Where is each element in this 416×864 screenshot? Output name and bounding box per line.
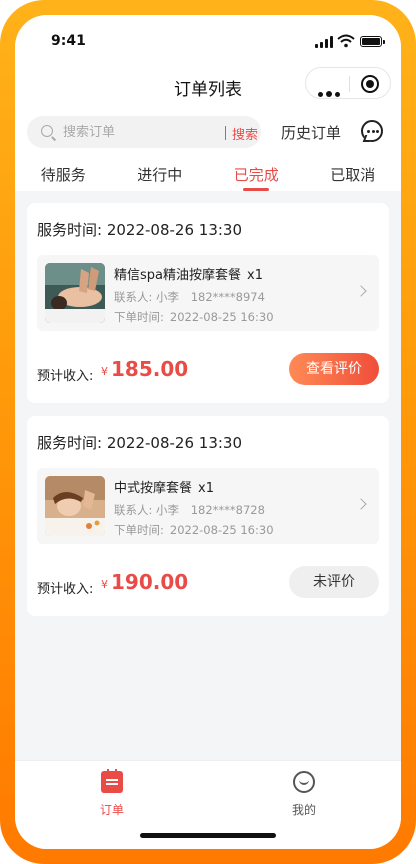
item-qty: x1 bbox=[198, 481, 214, 496]
tab-completed[interactable]: 已完成 bbox=[208, 155, 305, 191]
income-label: 预计收入: bbox=[37, 369, 94, 384]
order-time-value: 2022-08-25 16:30 bbox=[169, 310, 274, 324]
service-time: 服务时间: 2022-08-26 13:30 bbox=[37, 219, 242, 240]
currency-symbol: ¥ bbox=[101, 578, 108, 591]
contact-label: 联系人: bbox=[114, 503, 153, 517]
search-input[interactable] bbox=[63, 122, 213, 142]
facial-massage-photo bbox=[45, 476, 105, 536]
home-indicator bbox=[140, 833, 276, 838]
contact-name: 小李 bbox=[156, 503, 180, 517]
order-time: 下单时间: 2022-08-25 16:30 bbox=[114, 522, 274, 538]
device-frame: 9:41 订单列表 搜索订单 搜索 历史订单 待服务 进行中 已完成 已取消 服… bbox=[0, 0, 416, 864]
search-divider bbox=[225, 126, 226, 140]
item-name: 中式按摩套餐 x1 bbox=[114, 477, 214, 496]
wifi-icon bbox=[337, 34, 355, 48]
contact-name: 小李 bbox=[156, 290, 180, 304]
chevron-right-icon bbox=[355, 498, 367, 510]
view-review-button[interactable]: 查看评价 bbox=[289, 353, 379, 385]
tabbar-item-orders[interactable]: 订单 bbox=[52, 769, 172, 818]
order-time-label: 下单时间: bbox=[114, 523, 164, 537]
tab-cancelled[interactable]: 已取消 bbox=[305, 155, 402, 191]
contact: 联系人: 小李 182****8974 bbox=[114, 289, 265, 305]
status-time: 9:41 bbox=[51, 33, 86, 49]
item-qty: x1 bbox=[247, 268, 263, 283]
contact-phone: 182****8728 bbox=[190, 503, 265, 517]
contact-phone: 182****8974 bbox=[190, 290, 265, 304]
service-time-label: 服务时间: bbox=[37, 434, 103, 452]
spa-massage-photo bbox=[45, 263, 105, 323]
capsule-divider bbox=[349, 76, 350, 92]
tabbar-label-orders: 订单 bbox=[99, 803, 124, 817]
income-amount: 185.00 bbox=[111, 357, 189, 381]
order-time-value: 2022-08-25 16:30 bbox=[169, 523, 274, 537]
search-row: 搜索 历史订单 bbox=[15, 113, 401, 155]
search-button[interactable]: 搜索 bbox=[232, 124, 258, 143]
item-title: 中式按摩套餐 bbox=[114, 481, 193, 496]
order-item[interactable]: 中式按摩套餐 x1 联系人: 小李 182****8728 下单时间: 2022-0… bbox=[37, 468, 379, 544]
search-icon bbox=[41, 125, 53, 137]
service-time-value: 2022-08-26 13:30 bbox=[106, 434, 243, 452]
chevron-right-icon bbox=[355, 285, 367, 297]
nav-bar: 订单列表 bbox=[15, 63, 401, 113]
currency-symbol: ¥ bbox=[101, 365, 108, 378]
chat-icon[interactable] bbox=[361, 120, 383, 142]
history-orders-link[interactable]: 历史订单 bbox=[281, 122, 341, 143]
profile-icon bbox=[293, 771, 315, 793]
order-item[interactable]: 精信spa精油按摩套餐 x1 联系人: 小李 182****8974 下单时间: 2… bbox=[37, 255, 379, 331]
income-amount: 190.00 bbox=[111, 570, 189, 594]
service-time: 服务时间: 2022-08-26 13:30 bbox=[37, 432, 242, 453]
tab-in-progress[interactable]: 进行中 bbox=[112, 155, 209, 191]
contact-label: 联系人: bbox=[114, 290, 153, 304]
close-miniprogram-icon[interactable] bbox=[361, 75, 379, 93]
mini-program-capsule bbox=[305, 67, 391, 99]
battery-icon bbox=[360, 36, 385, 47]
order-time-label: 下单时间: bbox=[114, 310, 164, 324]
order-icon bbox=[101, 769, 123, 793]
item-title: 精信spa精油按摩套餐 bbox=[114, 268, 241, 283]
tabbar-label-me: 我的 bbox=[291, 803, 316, 817]
search-box: 搜索 bbox=[27, 116, 261, 148]
screen: 9:41 订单列表 搜索订单 搜索 历史订单 待服务 进行中 已完成 已取消 服… bbox=[15, 15, 401, 849]
order-card: 服务时间: 2022-08-26 13:30 中式按摩套餐 x1 联系人: 小李… bbox=[27, 416, 389, 616]
signal-icon bbox=[315, 36, 333, 48]
order-time: 下单时间: 2022-08-25 16:30 bbox=[114, 309, 274, 325]
service-time-label: 服务时间: bbox=[37, 221, 103, 239]
contact: 联系人: 小李 182****8728 bbox=[114, 502, 265, 518]
status-tabs: 待服务 进行中 已完成 已取消 bbox=[15, 155, 401, 191]
service-time-value: 2022-08-26 13:30 bbox=[106, 221, 243, 239]
more-icon[interactable] bbox=[318, 82, 343, 101]
tab-pending[interactable]: 待服务 bbox=[15, 155, 112, 191]
order-card: 服务时间: 2022-08-26 13:30 精信spa精油按摩套餐 x1 联系… bbox=[27, 203, 389, 403]
income-label: 预计收入: bbox=[37, 582, 94, 597]
not-reviewed-button[interactable]: 未评价 bbox=[289, 566, 379, 598]
item-name: 精信spa精油按摩套餐 x1 bbox=[114, 264, 263, 283]
tabbar-item-me[interactable]: 我的 bbox=[244, 769, 364, 818]
status-bar: 9:41 bbox=[15, 15, 401, 63]
